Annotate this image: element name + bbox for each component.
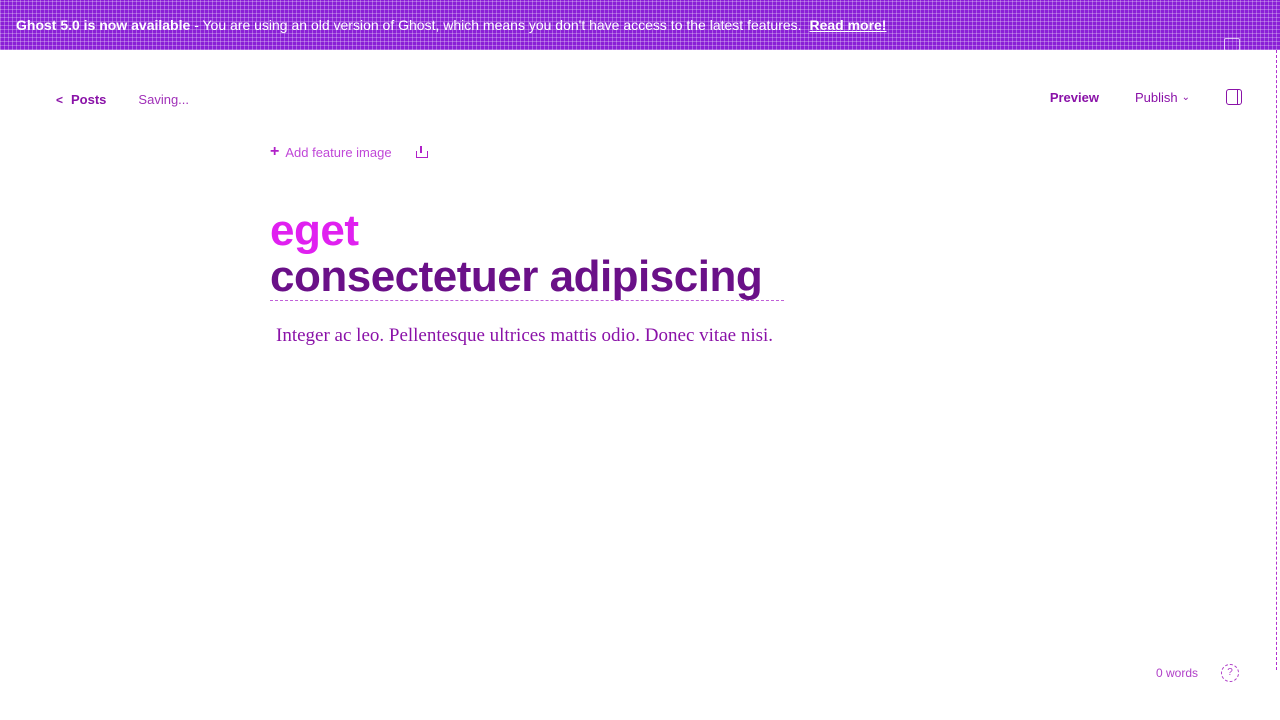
help-icon[interactable]: ?	[1221, 664, 1239, 682]
back-to-posts-button[interactable]: < Posts	[56, 92, 106, 107]
feature-image-row: + Add feature image	[270, 143, 428, 161]
upload-icon[interactable]	[415, 146, 428, 158]
banner-text: Ghost 5.0 is now available - You are usi…	[16, 17, 886, 33]
publish-button[interactable]: Publish ⌄	[1135, 90, 1190, 105]
post-title-input[interactable]: eget consectetuer adipiscing	[270, 208, 830, 301]
editor-toolbar-left: < Posts Saving...	[56, 92, 189, 107]
editor-toolbar-right: Preview Publish ⌄	[1050, 89, 1242, 105]
word-count: 0 words	[1156, 666, 1199, 680]
editor-right-border	[1276, 50, 1278, 670]
post-title-line-1: eget	[270, 206, 359, 255]
post-body-editor[interactable]: Integer ac leo. Pellentesque ultrices ma…	[276, 325, 773, 347]
banner-read-more-link[interactable]: Read more!	[809, 17, 886, 33]
chevron-left-icon: <	[56, 92, 64, 107]
settings-sidebar-icon[interactable]	[1226, 89, 1242, 105]
save-status: Saving...	[138, 92, 190, 107]
preview-button[interactable]: Preview	[1050, 90, 1099, 105]
banner-headline: Ghost 5.0 is now available	[16, 17, 191, 33]
post-title-line-2: consectetuer adipiscing	[270, 254, 784, 301]
back-label: Posts	[71, 92, 107, 107]
update-banner: Ghost 5.0 is now available - You are usi…	[0, 0, 1280, 51]
banner-message: - You are using an old version of Ghost,…	[194, 17, 802, 33]
sidebar-toggle-icon	[1224, 38, 1240, 51]
add-feature-image-button[interactable]: Add feature image	[285, 145, 391, 160]
chevron-down-icon: ⌄	[1181, 91, 1190, 103]
plus-icon: +	[270, 143, 280, 160]
publish-label: Publish	[1134, 89, 1178, 105]
